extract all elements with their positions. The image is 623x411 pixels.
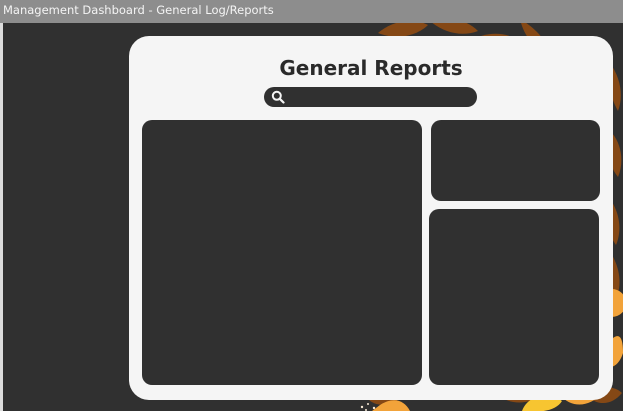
window-title: Management Dashboard - General Log/Repor… [3, 3, 274, 17]
search-bar[interactable] [264, 87, 477, 107]
dashboard-content: General Reports [0, 23, 623, 411]
report-panel-main [142, 120, 422, 385]
general-reports-card: General Reports [129, 36, 613, 400]
search-icon[interactable] [271, 90, 285, 104]
window-titlebar: Management Dashboard - General Log/Repor… [0, 0, 623, 23]
page-title: General Reports [279, 56, 463, 80]
search-input[interactable] [290, 89, 470, 105]
report-panel-top-right [431, 120, 600, 201]
report-panel-bottom-right [429, 209, 599, 385]
